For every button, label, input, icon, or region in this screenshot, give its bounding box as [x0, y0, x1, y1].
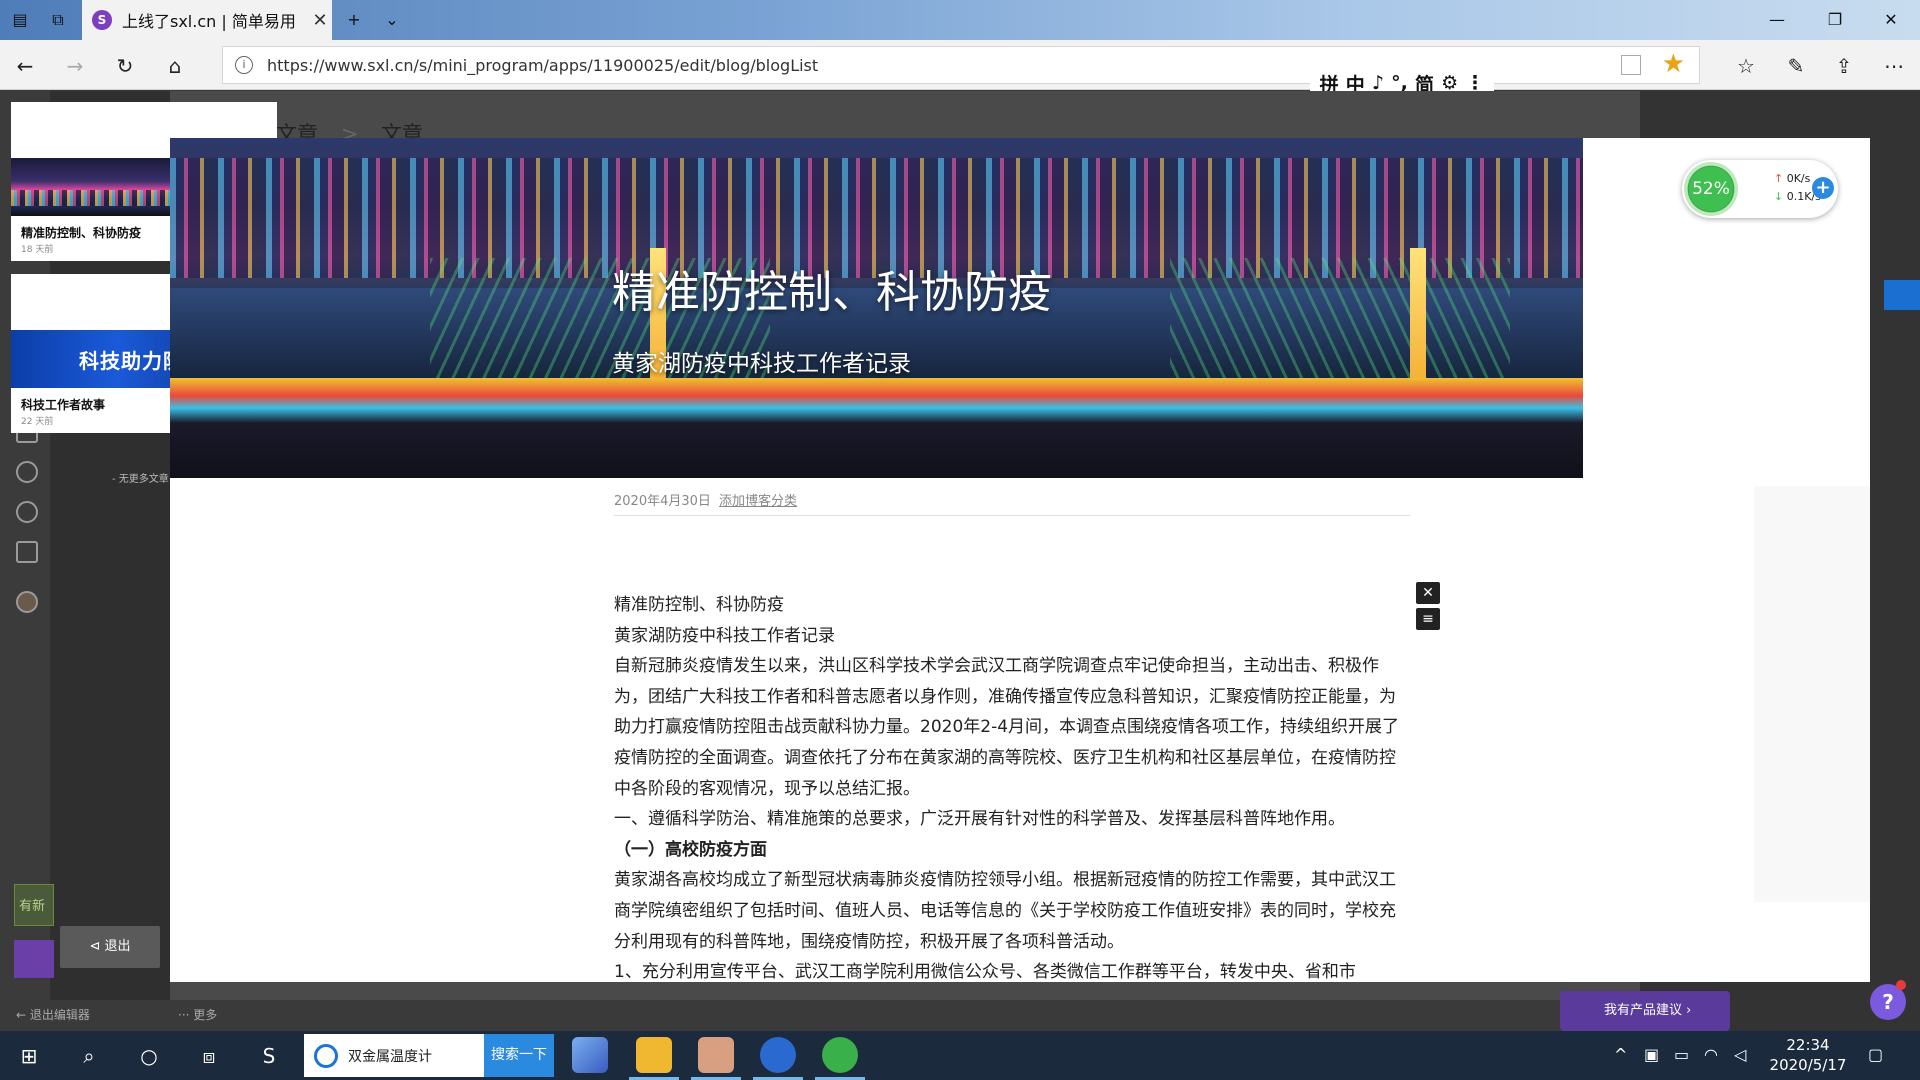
blue-side-tab[interactable]	[1884, 280, 1920, 310]
hero-title: 精准防控制、科协防疫	[612, 267, 1052, 318]
minimize-icon[interactable]: —	[1748, 0, 1806, 40]
close-window-icon[interactable]: ✕	[1862, 0, 1920, 40]
people-app-icon[interactable]	[698, 1037, 734, 1073]
notification-dot	[1896, 980, 1906, 990]
refresh-icon[interactable]: ↻	[112, 53, 138, 79]
article-paragraph: 自新冠肺炎疫情发生以来，洪山区科学技术学会武汉工商学院调查点牢记使命担当，主动出…	[614, 656, 1400, 799]
address-toolbar: ← → ↻ ⌂ i https://www.sxl.cn/s/mini_prog…	[0, 40, 1920, 90]
editor-bottom-bar	[0, 1000, 1640, 1031]
more-menu-icon[interactable]: ⋯	[1880, 52, 1908, 80]
hero-banner: 精准防控制、科协防疫 黄家湖防疫中科技工作者记录	[170, 138, 1583, 478]
clock-date: 2020/5/17	[1769, 1056, 1847, 1074]
article-paragraph: 1、充分利用宣传平台、武汉工商学院利用微信公众号、各类微信工作群等平台，转发中央…	[614, 962, 1356, 982]
purple-action-card[interactable]	[14, 940, 54, 978]
edge-browser-icon[interactable]	[760, 1037, 796, 1073]
rail-apps-icon[interactable]	[16, 541, 38, 563]
system-clock[interactable]: 22:34 2020/5/17	[1766, 1035, 1850, 1075]
action-center-icon[interactable]: ▢	[1868, 1045, 1883, 1064]
share-icon[interactable]: ⇪	[1830, 52, 1858, 80]
tab-active[interactable]: S 上线了sxl.cn | 简单易用 ✕	[82, 0, 332, 40]
meta-divider	[614, 515, 1410, 516]
new-tab-icon[interactable]: +	[342, 8, 366, 32]
sxl-favicon-icon: S	[92, 10, 112, 30]
tab-actions-icon[interactable]: ▤	[8, 8, 32, 32]
tab-preview-chevron-icon[interactable]: ⌄	[380, 8, 404, 32]
article-paragraph: 黄家湖各高校均成立了新型冠状病毒肺炎疫情防控领导小组。根据新冠疫情的防控工作需要…	[614, 870, 1396, 952]
reading-view-icon[interactable]	[1621, 55, 1641, 75]
no-more-articles: - 无更多文章	[112, 474, 169, 485]
more-link[interactable]: ··· 更多	[178, 1006, 217, 1023]
favorite-star-icon[interactable]: ★	[1662, 49, 1685, 79]
ie-icon	[314, 1043, 338, 1068]
rail-gear-icon[interactable]	[16, 501, 38, 523]
volume-icon[interactable]: ◁	[1734, 1045, 1746, 1064]
tab-close-icon[interactable]: ✕	[308, 10, 332, 31]
search-icon[interactable]: ⌕	[76, 1043, 102, 1069]
wifi-icon[interactable]: ◠	[1704, 1045, 1718, 1064]
new-item-card[interactable]: 有新	[14, 884, 54, 926]
upload-arrow-icon: ↑	[1774, 172, 1784, 185]
tab-title: 上线了sxl.cn | 简单易用	[122, 12, 296, 31]
url-text[interactable]: https://www.sxl.cn/s/mini_program/apps/1…	[267, 56, 818, 75]
block-menu-icon[interactable]: ≡	[1416, 608, 1440, 630]
user-avatar[interactable]	[16, 591, 38, 613]
close-block-icon[interactable]: ✕	[1416, 582, 1440, 604]
sogou-icon[interactable]: S	[256, 1043, 282, 1069]
start-windows-icon[interactable]: ⊞	[16, 1043, 42, 1069]
taskbar-search-button[interactable]: 搜索一下	[484, 1034, 554, 1077]
restore-icon[interactable]: ❐	[1806, 0, 1864, 40]
hero-subtitle: 黄家湖防疫中科技工作者记录	[612, 351, 911, 377]
upload-speed: ↑ 0K/s	[1774, 172, 1811, 185]
article-paragraph: 一、遵循科学防治、精准施策的总要求，广泛开展有针对性的科学普及、发挥基层科普阵地…	[614, 809, 1345, 830]
cortana-icon[interactable]: ○	[136, 1043, 162, 1069]
green-app-icon[interactable]	[822, 1037, 858, 1073]
speed-plus-icon[interactable]: +	[1812, 177, 1834, 199]
blank-side-panel	[1754, 486, 1870, 902]
chat-tray-icon[interactable]: ▣	[1644, 1045, 1659, 1064]
web-note-icon[interactable]: ✎	[1782, 52, 1810, 80]
article-meta: 2020年4月30日 添加博客分类	[614, 490, 797, 509]
download-arrow-icon: ↓	[1774, 190, 1784, 203]
rail-clock-icon[interactable]	[16, 461, 38, 483]
article-date: 2020年4月30日	[614, 494, 711, 509]
site-info-icon[interactable]: i	[235, 56, 253, 74]
article-paragraph: 黄家湖防疫中科技工作者记录	[614, 625, 835, 646]
windows-taskbar: ⊞ ⌕ ○ ⧈ S 双金属温度计 搜索一下 ^ ▣ ▭ ◠ ◁ 22:34 20…	[0, 1031, 1920, 1080]
file-explorer-icon[interactable]	[636, 1037, 672, 1073]
memory-usage-ring: 52%	[1684, 162, 1738, 216]
network-speed-widget[interactable]: 52% ↑ 0K/s ↓ 0.1K/s +	[1682, 160, 1838, 218]
forward-icon[interactable]: →	[62, 53, 88, 79]
taskbar-search-box[interactable]: 双金属温度计 搜索一下	[304, 1034, 554, 1077]
clock-time: 22:34	[1786, 1036, 1830, 1054]
browser-tab-bar: ▤ ⧉ S 上线了sxl.cn | 简单易用 ✕ + ⌄ — ❐ ✕	[0, 0, 1920, 40]
set-tabs-aside-icon[interactable]: ⧉	[46, 8, 70, 32]
logout-button[interactable]: ⊲ 退出	[60, 926, 160, 968]
back-icon[interactable]: ←	[12, 53, 38, 79]
hero-bridge	[170, 378, 1583, 478]
task-view-icon[interactable]: ⧈	[196, 1043, 222, 1069]
app-shield-icon[interactable]	[572, 1037, 608, 1073]
article-paragraph: 精准防控制、科协防疫	[614, 595, 784, 615]
product-suggestion-button[interactable]: 我有产品建议 ›	[1560, 991, 1730, 1031]
exit-editor-link[interactable]: ← 退出编辑器	[16, 1006, 90, 1023]
article-subheading: （一）高校防疫方面	[614, 839, 767, 860]
battery-icon[interactable]: ▭	[1674, 1045, 1689, 1064]
article-body[interactable]: 精准防控制、科协防疫 黄家湖防疫中科技工作者记录 自新冠肺炎疫情发生以来，洪山区…	[614, 590, 1410, 982]
taskbar-search-text[interactable]: 双金属温度计	[342, 1046, 484, 1066]
favorites-hub-icon[interactable]: ☆	[1732, 52, 1760, 80]
show-hidden-icons-icon[interactable]: ^	[1614, 1045, 1627, 1064]
article-preview: 精准防控制、科协防疫 黄家湖防疫中科技工作者记录 2020年4月30日 添加博客…	[170, 138, 1870, 982]
add-category-link[interactable]: 添加博客分类	[719, 494, 797, 509]
home-icon[interactable]: ⌂	[162, 53, 188, 79]
